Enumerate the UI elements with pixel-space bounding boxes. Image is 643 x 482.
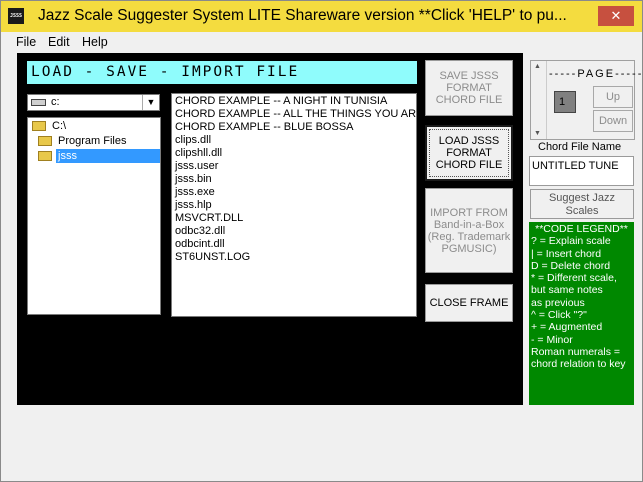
legend-title: **CODE LEGEND** [535, 223, 628, 235]
import-button-line: PGMUSIC) [441, 242, 497, 255]
save-jsss-button[interactable]: SAVE JSSS FORMAT CHORD FILE [425, 60, 513, 116]
directory-label: C:\ [52, 120, 67, 132]
scroll-down-icon[interactable]: ▼ [534, 130, 541, 137]
import-button-line: (Reg. Trademark [427, 230, 511, 243]
list-item[interactable]: jsss.hlp [175, 199, 416, 212]
folder-open-icon [38, 136, 52, 146]
legend-line: * = Different scale, [531, 272, 617, 285]
app-icon[interactable]: JSSS [8, 8, 24, 24]
directory-list[interactable]: C:\ Program Files jsss [27, 117, 161, 315]
menu-file[interactable]: File [16, 35, 36, 49]
drive-value: c: [51, 96, 60, 108]
page-label: -----PAGE----- [549, 68, 643, 80]
directory-label: Program Files [58, 135, 127, 147]
import-button-line: Band-in-a-Box [433, 218, 505, 231]
page-up-button[interactable]: Up [593, 86, 633, 108]
list-item[interactable]: MSVCRT.DLL [175, 212, 416, 225]
legend-line: + = Augmented [531, 321, 603, 334]
menu-bar: File Edit Help [1, 32, 642, 52]
suggest-jazz-scales-button[interactable]: Suggest Jazz Scales [530, 189, 634, 219]
load-button-line: FORMAT [446, 147, 492, 159]
legend-line: Roman numerals = [531, 345, 620, 358]
close-frame-button[interactable]: CLOSE FRAME [425, 284, 513, 322]
frame-header: LOAD - SAVE - IMPORT FILE [27, 61, 417, 84]
file-list[interactable]: CHORD EXAMPLE -- A NIGHT IN TUNISIA CHOR… [171, 93, 417, 317]
list-item[interactable]: CHORD EXAMPLE -- A NIGHT IN TUNISIA [175, 95, 416, 108]
page-scrollbar[interactable]: ▲ ▼ [531, 61, 547, 139]
menu-help[interactable]: Help [82, 35, 108, 49]
load-button-line: LOAD JSSS [438, 135, 500, 147]
page-panel: ▲ ▼ -----PAGE----- 1 Up Down [530, 60, 641, 140]
legend-line: ^ = Click "?" [531, 309, 587, 322]
drive-icon [31, 99, 46, 106]
app-window: JSSS Jazz Scale Suggester System LITE Sh… [0, 0, 643, 482]
folder-open-icon [38, 151, 52, 161]
list-item[interactable]: CHORD EXAMPLE -- BLUE BOSSA [175, 121, 416, 134]
list-item[interactable]: ST6UNST.LOG [175, 251, 416, 264]
list-item[interactable]: jsss.bin [175, 173, 416, 186]
save-button-line: CHORD FILE [435, 94, 503, 106]
close-window-button[interactable]: ✕ [598, 6, 634, 26]
close-frame-label: CLOSE FRAME [429, 297, 509, 309]
menu-edit[interactable]: Edit [48, 35, 70, 49]
legend-line: chord relation to key [531, 358, 626, 371]
import-biab-button[interactable]: IMPORT FROM Band-in-a-Box (Reg. Trademar… [425, 188, 513, 273]
list-item[interactable]: jsss.exe [175, 186, 416, 199]
list-item[interactable]: odbc32.dll [175, 225, 416, 238]
window-title: Jazz Scale Suggester System LITE Sharewa… [38, 7, 567, 24]
list-item[interactable]: jsss.user [175, 160, 416, 173]
save-button-line: SAVE JSSS [439, 70, 499, 82]
load-jsss-button[interactable]: LOAD JSSS FORMAT CHORD FILE [425, 125, 513, 181]
file-list-items: CHORD EXAMPLE -- A NIGHT IN TUNISIA CHOR… [175, 95, 416, 264]
legend-line: as previous [531, 296, 585, 309]
chord-file-name-label: Chord File Name [538, 141, 622, 153]
scroll-up-icon[interactable]: ▲ [534, 63, 541, 70]
chevron-down-icon[interactable]: ▼ [142, 95, 159, 110]
code-legend: **CODE LEGEND** ? = Explain scale | = In… [529, 222, 634, 405]
chord-file-name-field[interactable]: UNTITLED TUNE [529, 156, 634, 186]
legend-line: - = Minor [531, 333, 573, 346]
page-down-button[interactable]: Down [593, 110, 633, 132]
suggest-button-line: Scales [565, 205, 599, 217]
title-bar[interactable]: JSSS Jazz Scale Suggester System LITE Sh… [1, 1, 642, 32]
list-item[interactable]: clips.dll [175, 134, 416, 147]
directory-label: jsss [56, 149, 160, 163]
list-item[interactable]: odbcint.dll [175, 238, 416, 251]
drive-select[interactable]: c: ▼ [27, 94, 160, 111]
legend-line: | = Insert chord [531, 247, 602, 260]
folder-open-icon [32, 121, 46, 131]
page-number: 1 [554, 91, 576, 113]
directory-item-jsss[interactable]: jsss [38, 149, 160, 163]
legend-line: D = Delete chord [531, 259, 611, 272]
import-button-line: IMPORT FROM [430, 206, 508, 219]
legend-line: ? = Explain scale [531, 235, 611, 248]
legend-line: but same notes [531, 284, 603, 297]
suggest-button-line: Suggest Jazz [548, 192, 616, 204]
list-item[interactable]: CHORD EXAMPLE -- ALL THE THINGS YOU ARE [175, 108, 416, 121]
save-button-line: FORMAT [446, 82, 492, 94]
list-item[interactable]: clipshll.dll [175, 147, 416, 160]
load-button-line: CHORD FILE [435, 159, 503, 171]
